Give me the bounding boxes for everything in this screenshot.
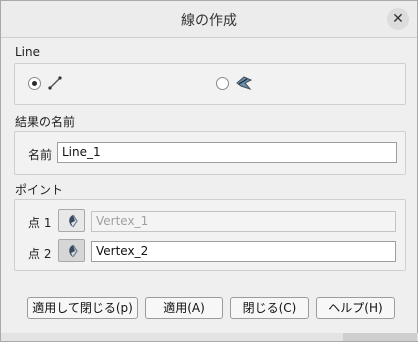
edge-on-face-icon: [236, 76, 253, 91]
line-option-radio-1[interactable]: [28, 77, 41, 90]
result-name-input[interactable]: Line_1: [57, 142, 397, 163]
point2-label: 点 2: [28, 247, 52, 261]
point2-select-button[interactable]: [58, 239, 85, 262]
close-button[interactable]: 閉じる(C): [230, 297, 309, 319]
apply-and-close-button[interactable]: 適用して閉じる(p): [27, 297, 138, 319]
line-option-radio-2[interactable]: [216, 77, 229, 90]
close-window-button[interactable]: ✕: [387, 8, 409, 30]
apply-button[interactable]: 適用(A): [145, 297, 223, 319]
select-arrow-icon: [68, 214, 78, 227]
create-line-dialog: 線の作成 ✕ Line 結果の名前 名前 Line_1 ポイント 点 1 Ver…: [0, 0, 418, 342]
help-button[interactable]: ヘルプ(H): [316, 297, 395, 319]
close-icon: ✕: [392, 11, 404, 27]
name-label: 名前: [28, 148, 53, 162]
line-section-label: Line: [15, 45, 41, 59]
points-section-label: ポイント: [15, 183, 64, 197]
result-name-group: 名前 Line_1: [14, 131, 406, 175]
point1-label: 点 1: [28, 216, 52, 230]
title-bar: 線の作成 ✕: [1, 1, 417, 38]
point1-field: Vertex_1: [91, 211, 396, 232]
resize-corner[interactable]: [343, 333, 417, 341]
line-segment-icon: [48, 76, 62, 90]
result-section-label: 結果の名前: [15, 115, 76, 129]
points-group: 点 1 Vertex_1 点 2 Vertex_2: [14, 199, 406, 271]
point2-field[interactable]: Vertex_2: [91, 241, 396, 262]
point1-select-button[interactable]: [58, 209, 85, 232]
dialog-title: 線の作成: [181, 13, 237, 29]
line-options-group: [14, 63, 406, 105]
select-arrow-icon: [68, 244, 78, 257]
